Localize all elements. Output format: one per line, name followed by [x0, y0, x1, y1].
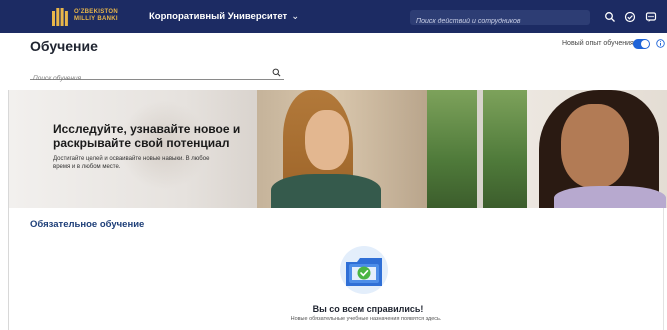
banner-person-shirt: [271, 174, 381, 208]
university-label: Корпоративный Университет: [149, 11, 288, 22]
left-rail: [0, 90, 9, 330]
banner-person-face-right: [561, 104, 629, 188]
bank-logo-text: O'ZBEKISTON MILLIY BANKI: [74, 9, 118, 22]
learning-search[interactable]: [30, 67, 284, 85]
learning-search-input[interactable]: [30, 72, 265, 85]
chevron-down-icon: ⌄: [291, 11, 300, 22]
global-search[interactable]: [410, 10, 590, 29]
bank-emblem-icon: [52, 8, 68, 26]
university-selector[interactable]: Корпоративный Университет ⌄: [149, 11, 299, 22]
completed-illustration-icon: [340, 246, 388, 294]
all-done-title: Вы со всем справились!: [312, 304, 424, 314]
all-done-subtext: Новые обязательные учебные назначения по…: [290, 316, 442, 322]
global-search-input[interactable]: [410, 14, 590, 29]
bank-logo[interactable]: O'ZBEKISTON MILLIY BANKI: [52, 8, 118, 26]
search-icon[interactable]: [604, 11, 616, 23]
banner-person-face: [305, 110, 349, 170]
scrollbar-track[interactable]: [663, 208, 667, 330]
new-experience-toggle[interactable]: [633, 39, 650, 49]
required-learning-title: Обязательное обучение: [30, 219, 145, 230]
help-icon[interactable]: [624, 11, 636, 23]
top-bar: O'ZBEKISTON MILLIY BANKI Корпоративный У…: [0, 0, 667, 33]
page-title: Обучение: [30, 38, 98, 54]
info-icon[interactable]: [656, 39, 665, 48]
banner-subtext: Достигайте целей и осваивайте новые навы…: [53, 156, 210, 170]
new-experience-label: Новый опыт обучения: [562, 40, 634, 47]
banner-person-shirt-right: [554, 186, 666, 208]
toggle-knob: [641, 40, 649, 48]
banner-window-frame: [477, 90, 483, 208]
notifications-icon[interactable]: [645, 11, 657, 23]
banner-heading: Исследуйте, узнавайте новое и раскрывайт…: [53, 122, 241, 150]
search-icon[interactable]: [272, 68, 281, 77]
hero-banner: Исследуйте, узнавайте новое и раскрывайт…: [9, 90, 667, 208]
